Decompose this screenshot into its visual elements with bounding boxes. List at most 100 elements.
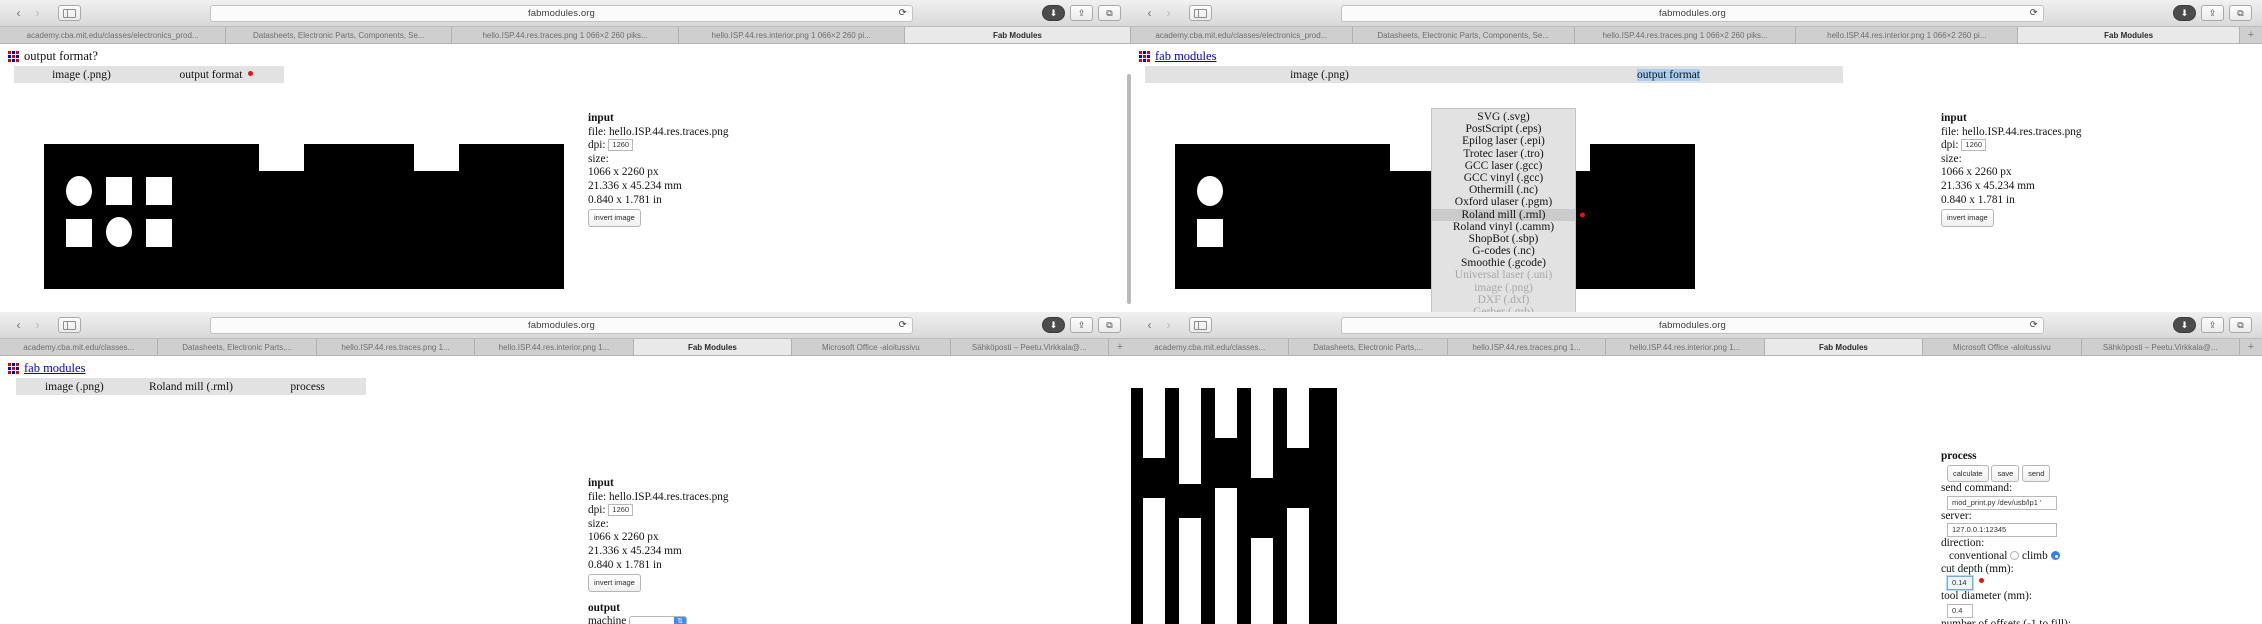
- menu-item[interactable]: Roland mill (.rml): [1432, 208, 1585, 221]
- browser-tab[interactable]: Sähköposti – Peetu.Virkkala@...: [2081, 339, 2240, 355]
- menu-item[interactable]: Smoothie (.gcode): [1432, 257, 1575, 269]
- dpi-input[interactable]: 1260: [1961, 139, 1987, 152]
- tab-overview-icon[interactable]: ⧉: [1098, 317, 1121, 333]
- menu-item[interactable]: G-codes (.nc): [1432, 245, 1575, 257]
- back-icon[interactable]: ‹: [1141, 317, 1158, 333]
- new-tab-button[interactable]: +: [2239, 27, 2262, 43]
- reload-icon[interactable]: ⟳: [2030, 8, 2038, 19]
- dpi-input[interactable]: 1260: [608, 139, 634, 152]
- browser-tab[interactable]: Datasheets, Electronic Parts, Components…: [226, 27, 453, 43]
- menu-item[interactable]: Roland vinyl (.camm): [1432, 221, 1575, 233]
- share-icon[interactable]: ⇪: [2201, 5, 2224, 21]
- server-input[interactable]: 127.0.0.1:12345: [1947, 522, 2057, 537]
- browser-tab[interactable]: Fab Modules: [633, 339, 793, 355]
- address-bar[interactable]: fabmodules.org ⟳: [210, 316, 913, 334]
- breadcrumb-output-format[interactable]: output format: [1494, 68, 1843, 81]
- browser-tab[interactable]: Fab Modules: [904, 27, 1131, 43]
- calculate-button[interactable]: calculate: [1947, 465, 1989, 483]
- tab-overview-icon[interactable]: ⧉: [1098, 5, 1121, 21]
- share-icon[interactable]: ⇪: [2201, 317, 2224, 333]
- forward-icon[interactable]: ›: [1160, 317, 1177, 333]
- browser-tab[interactable]: Microsoft Office -aloitussivu: [792, 339, 951, 355]
- input-heading: input: [1941, 112, 1967, 124]
- direction-climb-radio[interactable]: [2050, 551, 2060, 561]
- new-tab-button[interactable]: +: [1108, 339, 1131, 355]
- forward-icon[interactable]: ›: [29, 5, 46, 21]
- send-command-input[interactable]: mod_print.py /dev/usb/lp1 ': [1947, 495, 2057, 510]
- breadcrumb-input-format[interactable]: image (.png): [16, 381, 133, 393]
- send-button[interactable]: send: [2022, 465, 2051, 483]
- downloads-icon[interactable]: ⬇: [1042, 317, 1065, 333]
- browser-tab[interactable]: hello.ISP.44.res.interior.png 1...: [475, 339, 634, 355]
- fab-modules-link[interactable]: fab modules: [1155, 49, 1216, 64]
- browser-tab[interactable]: hello.ISP.44.res.traces.png 1 066×2 260 …: [452, 27, 679, 43]
- tab-overview-icon[interactable]: ⧉: [2229, 317, 2252, 333]
- menu-item[interactable]: GCC vinyl (.gcc): [1432, 172, 1575, 184]
- share-icon[interactable]: ⇪: [1070, 317, 1093, 333]
- browser-tab[interactable]: Datasheets, Electronic Parts, Components…: [1352, 27, 1575, 43]
- browser-tab[interactable]: academy.cba.mit.edu/classes/electronics_…: [1131, 27, 1353, 43]
- breadcrumb-process[interactable]: process: [249, 381, 366, 393]
- address-bar[interactable]: fabmodules.org ⟳: [1341, 316, 2044, 334]
- menu-item[interactable]: SVG (.svg): [1432, 111, 1575, 123]
- back-icon[interactable]: ‹: [1141, 5, 1158, 21]
- forward-icon[interactable]: ›: [29, 317, 46, 333]
- browser-tab[interactable]: Microsoft Office -aloitussivu: [1923, 339, 2082, 355]
- tool-diameter-input[interactable]: 0.4: [1947, 603, 1973, 618]
- machine-select[interactable]: [629, 615, 688, 624]
- share-icon[interactable]: ⇪: [1070, 5, 1093, 21]
- save-button[interactable]: save: [1991, 465, 2020, 483]
- tool-diameter-label: tool diameter (mm):: [1941, 590, 2032, 603]
- direction-conventional-radio[interactable]: [2010, 551, 2020, 561]
- browser-tab[interactable]: hello.ISP.44.res.traces.png 1...: [1447, 339, 1607, 355]
- forward-icon[interactable]: ›: [1160, 5, 1177, 21]
- dpi-input[interactable]: 1260: [608, 504, 634, 517]
- new-tab-button[interactable]: +: [2239, 339, 2262, 355]
- output-format-menu[interactable]: SVG (.svg) PostScript (.eps) Epilog laser …: [1431, 108, 1585, 312]
- menu-item[interactable]: GCC laser (.gcc): [1432, 160, 1575, 172]
- downloads-icon[interactable]: ⬇: [2173, 5, 2196, 21]
- fab-modules-link[interactable]: fab modules: [24, 361, 85, 376]
- breadcrumb-input-format[interactable]: image (.png): [1145, 69, 1494, 81]
- browser-tab[interactable]: hello.ISP.44.res.traces.png 1...: [316, 339, 476, 355]
- browser-tab[interactable]: Datasheets, Electronic Parts,...: [158, 339, 317, 355]
- breadcrumb-input-format[interactable]: image (.png): [14, 69, 149, 81]
- invert-image-button[interactable]: invert image: [588, 574, 641, 592]
- browser-tab[interactable]: hello.ISP.44.res.interior.png 1 066×2 26…: [678, 27, 905, 43]
- breadcrumb-output-format[interactable]: output format: [149, 69, 284, 81]
- address-bar[interactable]: fabmodules.org ⟳: [1341, 4, 2044, 22]
- reload-icon[interactable]: ⟳: [899, 8, 907, 19]
- browser-tab[interactable]: academy.cba.mit.edu/classes...: [1131, 339, 1290, 355]
- back-icon[interactable]: ‹: [10, 5, 27, 21]
- browser-tab[interactable]: hello.ISP.44.res.interior.png 1 066×2 26…: [1796, 27, 2019, 43]
- browser-tab[interactable]: hello.ISP.44.res.traces.png 1 066×2 260 …: [1574, 27, 1797, 43]
- back-icon[interactable]: ‹: [10, 317, 27, 333]
- reload-icon[interactable]: ⟳: [2030, 320, 2038, 331]
- sidebar-toggle-button[interactable]: [1189, 5, 1212, 21]
- browser-tab[interactable]: academy.cba.mit.edu/classes...: [0, 339, 159, 355]
- browser-tab[interactable]: Datasheets, Electronic Parts,...: [1289, 339, 1448, 355]
- address-bar[interactable]: fabmodules.org ⟳: [210, 4, 913, 22]
- browser-tab[interactable]: Fab Modules: [1764, 339, 1924, 355]
- invert-image-button[interactable]: invert image: [1941, 209, 1994, 227]
- browser-tab[interactable]: hello.ISP.44.res.interior.png 1...: [1606, 339, 1765, 355]
- menu-item[interactable]: Othermill (.nc): [1432, 184, 1575, 196]
- browser-tab[interactable]: academy.cba.mit.edu/classes/electronics_…: [0, 27, 227, 43]
- sidebar-toggle-button[interactable]: [58, 5, 81, 21]
- menu-item[interactable]: ShopBot (.sbp): [1432, 233, 1575, 245]
- menu-item[interactable]: PostScript (.eps): [1432, 123, 1575, 135]
- sidebar-toggle-button[interactable]: [58, 317, 81, 333]
- tab-overview-icon[interactable]: ⧉: [2229, 5, 2252, 21]
- browser-tab[interactable]: Fab Modules: [2018, 27, 2240, 43]
- browser-tab[interactable]: Sähköposti – Peetu.Virkkala@...: [950, 339, 1109, 355]
- menu-item[interactable]: Oxford ulaser (.pgm): [1432, 196, 1575, 208]
- breadcrumb-output-format[interactable]: Roland mill (.rml): [133, 381, 250, 393]
- downloads-icon[interactable]: ⬇: [1042, 5, 1065, 21]
- cut-depth-input[interactable]: 0.14: [1947, 576, 1973, 591]
- menu-item[interactable]: Trotec laser (.tro): [1432, 148, 1575, 160]
- invert-image-button[interactable]: invert image: [588, 209, 641, 227]
- downloads-icon[interactable]: ⬇: [2173, 317, 2196, 333]
- menu-item[interactable]: Epilog laser (.epi): [1432, 135, 1575, 147]
- sidebar-toggle-button[interactable]: [1189, 317, 1212, 333]
- reload-icon[interactable]: ⟳: [899, 320, 907, 331]
